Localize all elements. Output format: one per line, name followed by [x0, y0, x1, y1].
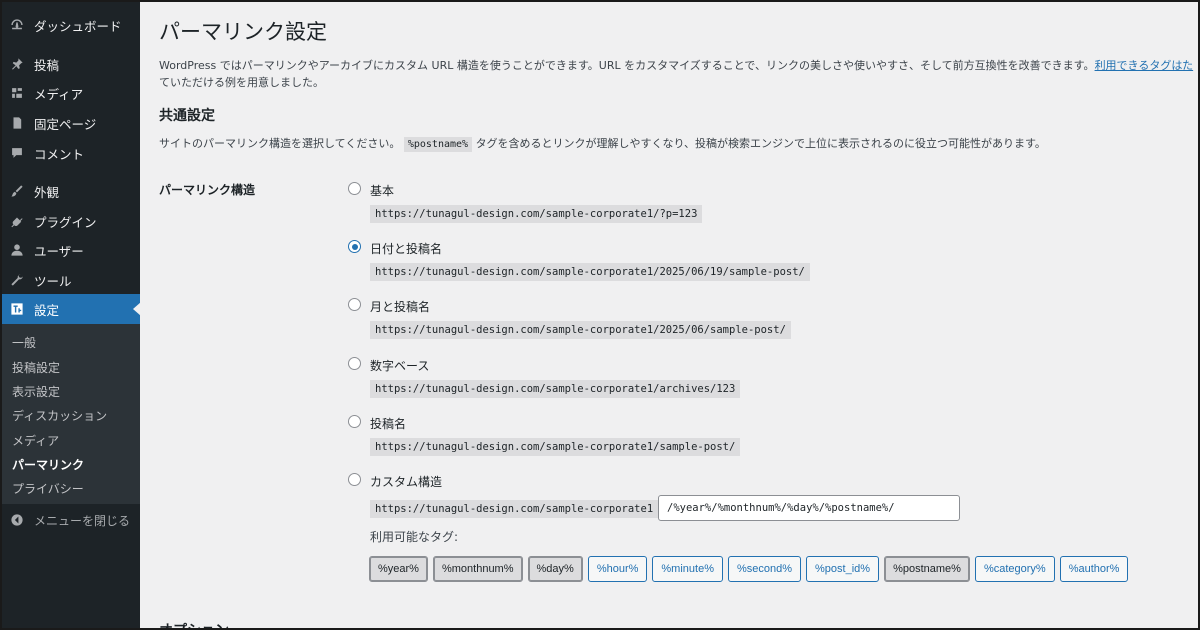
- sidebar-item-label: ツール: [34, 273, 72, 289]
- option-example-url: https://tunagul-design.com/sample-corpor…: [370, 205, 703, 223]
- sidebar-item-label: コメント: [34, 146, 85, 162]
- submenu-item-media[interactable]: メディア: [12, 432, 59, 449]
- option-label: 数字ベース: [370, 359, 430, 373]
- tag-year-button[interactable]: %year%: [369, 556, 428, 582]
- submenu-item-permalinks[interactable]: パーマリンク: [12, 456, 84, 473]
- available-tags-link[interactable]: 利用できるタグはた: [1095, 59, 1194, 72]
- sidebar-item-media[interactable]: メディア: [2, 78, 140, 108]
- submenu-item-writing[interactable]: 投稿設定: [12, 359, 60, 376]
- tag-postname-button[interactable]: %postname%: [884, 556, 970, 582]
- tag-author-button[interactable]: %author%: [1059, 556, 1129, 582]
- brush-icon: [10, 184, 24, 198]
- page-icon: [10, 116, 24, 130]
- option-label: 日付と投稿名: [370, 242, 443, 256]
- sidebar-item-label: 外観: [34, 184, 60, 200]
- sidebar-item-label: ダッシュボード: [34, 18, 122, 34]
- tag-second-button[interactable]: %second%: [727, 556, 802, 582]
- options-section-title: オプション: [159, 620, 229, 628]
- sidebar-item-pages[interactable]: 固定ページ: [2, 108, 140, 138]
- custom-structure-input[interactable]: [658, 495, 960, 521]
- desc-after: タグを含めるとリンクが理解しやすくなり、投稿が検索エンジンで上位に表示されるのに…: [475, 137, 1046, 150]
- main-content: パーマリンク設定 WordPress ではパーマリンクやアーカイブにカスタム U…: [140, 2, 1198, 628]
- submenu-item-general[interactable]: 一般: [12, 334, 36, 351]
- sidebar-item-posts[interactable]: 投稿: [2, 49, 140, 79]
- media-icon: [10, 86, 24, 100]
- postname-code: %postname%: [403, 137, 473, 152]
- collapse-icon: [10, 513, 24, 527]
- sidebar-item-label: 投稿: [34, 57, 60, 73]
- sidebar-item-users[interactable]: ユーザー: [2, 235, 140, 265]
- page-title: パーマリンク設定: [159, 20, 327, 44]
- desc-before: サイトのパーマリンク構造を選択してください。: [159, 137, 401, 150]
- wrench-icon: [10, 273, 24, 287]
- option-label: 投稿名: [370, 417, 407, 431]
- tag-post-id-button[interactable]: %post_id%: [806, 556, 880, 582]
- intro-text: WordPress ではパーマリンクやアーカイブにカスタム URL 構造を使うこ…: [159, 57, 1198, 91]
- common-settings-title: 共通設定: [159, 108, 215, 124]
- user-icon: [10, 243, 24, 257]
- option-example-url: https://tunagul-design.com/sample-corpor…: [370, 321, 791, 339]
- sidebar-item-plugins[interactable]: プラグイン: [2, 206, 140, 236]
- settings-submenu: 一般 投稿設定 表示設定 ディスカッション メディア パーマリンク プライバシー: [2, 324, 140, 504]
- sidebar-item-label: 固定ページ: [34, 116, 97, 132]
- radio-numeric[interactable]: [348, 357, 361, 370]
- sidebar-item-label: 設定: [34, 302, 60, 318]
- submenu-item-reading[interactable]: 表示設定: [12, 383, 60, 400]
- sidebar-item-label: ユーザー: [34, 243, 84, 259]
- permalink-structure-label: パーマリンク構造: [159, 183, 256, 197]
- sidebar-item-appearance[interactable]: 外観: [2, 176, 140, 206]
- option-label: 月と投稿名: [370, 300, 431, 314]
- sidebar-item-comments[interactable]: コメント: [2, 138, 140, 168]
- sidebar-item-label: プラグイン: [34, 214, 97, 230]
- intro-body: WordPress ではパーマリンクやアーカイブにカスタム URL 構造を使うこ…: [159, 59, 1095, 72]
- option-example-url: https://tunagul-design.com/sample-corpor…: [370, 263, 810, 281]
- settings-icon: [10, 302, 24, 316]
- tag-monthnum-button[interactable]: %monthnum%: [432, 556, 523, 582]
- radio-month-name[interactable]: [348, 298, 361, 311]
- option-label: 基本: [370, 184, 395, 198]
- plugin-icon: [10, 214, 24, 228]
- screenshot-frame: ダッシュボード 投稿 メディア 固定ページ コメント 外観 プラグイン ユーザー…: [0, 0, 1200, 630]
- comment-icon: [10, 146, 24, 160]
- radio-post-name[interactable]: [348, 415, 361, 428]
- radio-day-name[interactable]: [348, 240, 361, 253]
- pin-icon: [10, 57, 24, 71]
- admin-sidebar: ダッシュボード 投稿 メディア 固定ページ コメント 外観 プラグイン ユーザー…: [2, 2, 141, 628]
- available-tags-label: 利用可能なタグ:: [370, 530, 459, 544]
- submenu-item-discussion[interactable]: ディスカッション: [12, 407, 107, 424]
- available-tags-list: %year% %monthnum% %day% %hour% %minute% …: [369, 556, 1129, 582]
- collapse-menu-button[interactable]: メニューを閉じる: [2, 508, 140, 532]
- tag-category-button[interactable]: %category%: [974, 556, 1055, 582]
- radio-custom[interactable]: [348, 473, 361, 486]
- radio-plain[interactable]: [348, 182, 361, 195]
- sidebar-item-tools[interactable]: ツール: [2, 265, 140, 295]
- intro-body-continued: ていただける例を用意しました。: [159, 76, 324, 89]
- sidebar-item-dashboard[interactable]: ダッシュボード: [2, 10, 140, 40]
- common-settings-description: サイトのパーマリンク構造を選択してください。 %postname% タグを含める…: [159, 135, 1046, 154]
- option-example-url: https://tunagul-design.com/sample-corpor…: [370, 380, 741, 398]
- sidebar-item-settings[interactable]: 設定: [2, 294, 141, 324]
- custom-base-url: https://tunagul-design.com/sample-corpor…: [370, 500, 659, 518]
- collapse-label: メニューを閉じる: [34, 513, 131, 528]
- option-label: カスタム構造: [370, 475, 443, 489]
- tag-day-button[interactable]: %day%: [527, 556, 583, 582]
- submenu-item-privacy[interactable]: プライバシー: [12, 480, 84, 497]
- sidebar-item-label: メディア: [34, 86, 84, 102]
- dashboard-icon: [10, 18, 24, 32]
- option-example-url: https://tunagul-design.com/sample-corpor…: [370, 438, 741, 456]
- tag-minute-button[interactable]: %minute%: [652, 556, 723, 582]
- tag-hour-button[interactable]: %hour%: [587, 556, 648, 582]
